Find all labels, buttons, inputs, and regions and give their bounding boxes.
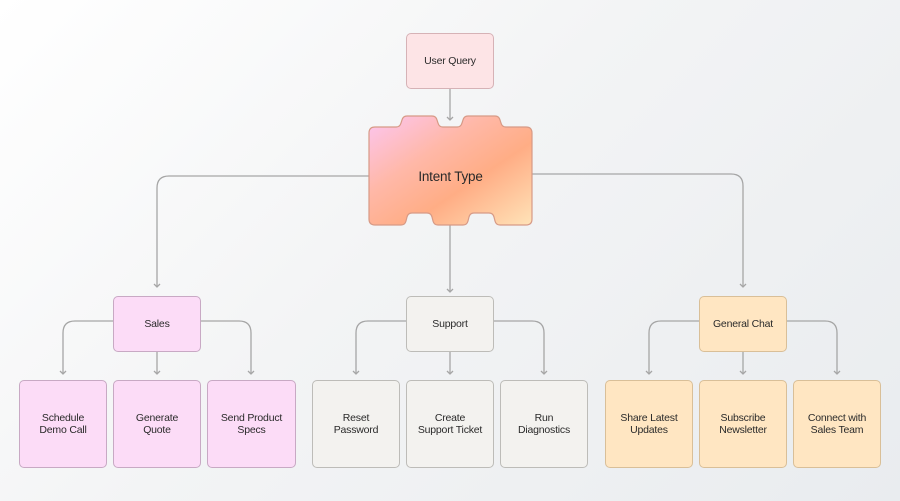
node-label: Send Product Specs [220,411,283,437]
node-label: Subscribe Newsletter [719,411,767,437]
node-label: Schedule Demo Call [39,411,87,437]
edge-general-chat-to-child-1 [648,320,699,374]
node-label: Generate Quote [135,411,179,437]
node-label: Reset Password [333,411,379,437]
node-run-diagnostics[interactable]: Run Diagnostics [500,380,588,468]
node-label: Support [432,317,468,330]
node-generate-quote[interactable]: Generate Quote [113,380,201,468]
node-general-chat[interactable]: General Chat [699,296,787,352]
decision-tree-diagram: User Query Intent Type Sales Schedule De… [0,0,900,501]
node-create-support-ticket[interactable]: Create Support Ticket [406,380,494,468]
node-label: General Chat [712,317,774,330]
edge-sales-to-child-3 [201,320,252,374]
node-label: Create Support Ticket [417,411,483,437]
node-label: Sales [144,317,170,330]
node-user-query[interactable]: User Query [406,33,494,89]
edge-general-chat-to-child-3 [787,320,838,374]
node-label: User Query [424,54,476,67]
node-reset-password[interactable]: Reset Password [312,380,400,468]
node-support[interactable]: Support [406,296,494,352]
node-label: Run Diagnostics [517,411,571,437]
edge-sales-to-child-1 [62,320,113,374]
node-schedule-demo-call[interactable]: Schedule Demo Call [19,380,107,468]
node-label: Connect with Sales Team [807,411,867,437]
node-label: Intent Type [418,168,483,184]
edge-intent-to-sales [156,175,369,287]
node-send-product-specs[interactable]: Send Product Specs [207,380,296,468]
node-sales[interactable]: Sales [113,296,201,352]
edge-intent-to-general-chat [532,173,744,287]
edge-support-to-child-3 [494,320,545,374]
node-share-latest-updates[interactable]: Share Latest Updates [605,380,693,468]
edge-support-to-child-1 [355,320,406,374]
node-intent-type[interactable]: Intent Type [369,127,532,225]
node-label: Share Latest Updates [620,411,678,437]
node-subscribe-newsletter[interactable]: Subscribe Newsletter [699,380,787,468]
node-connect-with-sales-team[interactable]: Connect with Sales Team [793,380,881,468]
